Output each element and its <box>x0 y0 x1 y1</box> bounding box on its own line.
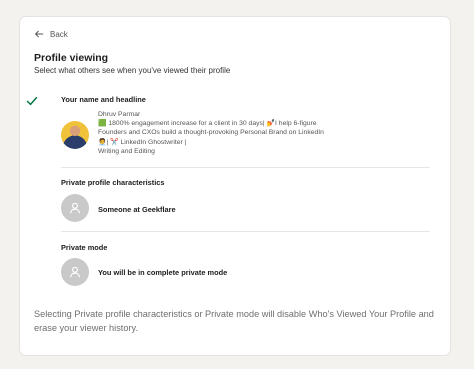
anonymous-description: Someone at Geekflare <box>98 205 176 214</box>
option-name-headline[interactable]: Your name and headline <box>61 95 146 104</box>
arrow-left-icon <box>35 30 44 38</box>
divider <box>61 231 430 232</box>
page-subtitle: Select what others see when you've viewe… <box>34 66 231 75</box>
option-private-mode[interactable]: Private mode <box>61 243 107 252</box>
settings-card: Back Profile viewing Select what others … <box>20 17 450 355</box>
avatar <box>61 121 89 149</box>
option-private-characteristics[interactable]: Private profile characteristics <box>61 178 165 187</box>
page-title: Profile viewing <box>34 52 109 64</box>
divider <box>61 167 430 168</box>
profile-preview: Dhruv Parmar 🟩 1800% engagement increase… <box>98 110 333 156</box>
checkmark-icon <box>26 96 38 106</box>
back-button[interactable]: Back <box>34 29 68 39</box>
person-icon <box>70 202 80 214</box>
profile-headline: 🟩 1800% engagement increase for a client… <box>98 120 324 146</box>
footer-note: Selecting Private profile characteristic… <box>34 309 434 333</box>
back-label: Back <box>50 29 68 39</box>
profile-name: Dhruv Parmar <box>98 111 141 118</box>
private-mode-description: You will be in complete private mode <box>98 268 228 277</box>
anonymous-avatar <box>61 258 89 286</box>
person-icon <box>70 266 80 278</box>
anonymous-avatar <box>61 194 89 222</box>
profile-headline-extra: Writing and Editing <box>98 147 155 155</box>
